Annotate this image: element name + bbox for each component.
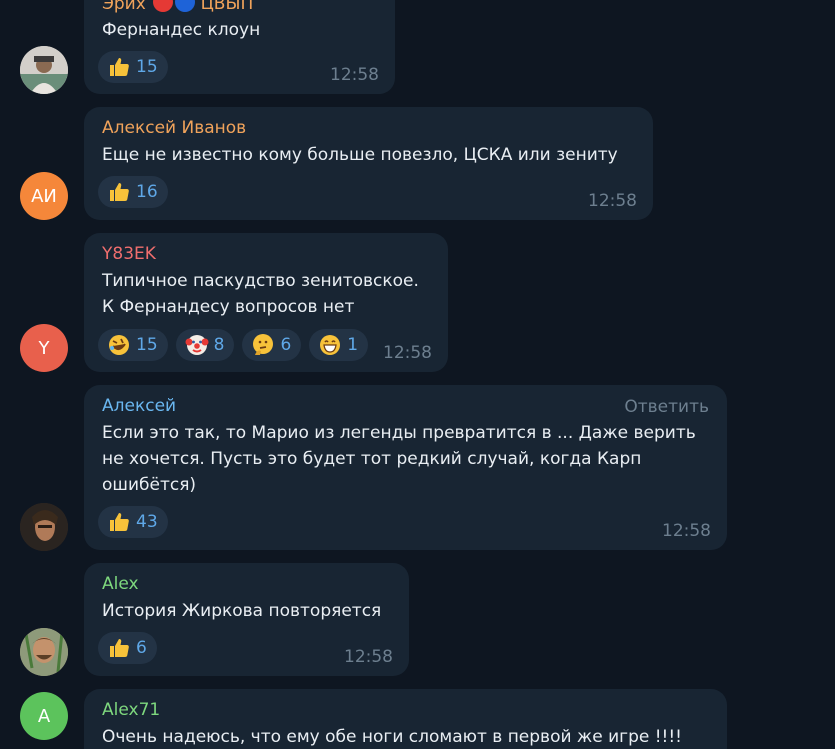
reaction-count: 1 [347,335,359,355]
avatar[interactable]: A [20,692,68,740]
message-text: Фернандес клоун [102,17,377,43]
message-text: Еще не известно кому больше повезло, ЦСК… [102,142,635,168]
grin-icon [317,332,343,358]
thumbs-up-icon [106,179,132,205]
user-photo-icon [20,46,68,94]
message-text-line: Очень надеюсь, что ему обе ноги сломают … [102,727,683,747]
reaction-count: 6 [136,638,147,658]
sender-name[interactable]: Y83EK [102,243,430,265]
reaction-thumbs-up[interactable]: 15 [98,51,168,83]
avatar[interactable]: Y [20,324,68,372]
message-bubble[interactable]: Alex71 Очень надеюсь, что ему обе ноги с… [84,689,727,749]
blue-circle-icon [175,0,196,12]
message-time: 12:58 [383,343,432,363]
message-text-line: не хочется. Пусть это будет тот редкий с… [102,449,642,469]
rofl-icon [106,332,132,358]
reaction-rofl[interactable]: 15 [98,329,168,361]
avatar[interactable] [20,503,68,551]
reaction-count: 43 [136,512,158,532]
sender-name[interactable]: Alex71 [102,699,709,721]
sender-name[interactable]: Alex [102,573,391,595]
reaction-count: 15 [136,335,158,355]
avatar[interactable] [20,628,68,676]
thumbs-up-icon [106,509,132,535]
reactions: 16 [98,176,168,208]
avatar[interactable]: АИ [20,172,68,220]
chat-history[interactable]: Эрих ЦВЫП Фернандес клоун 15 12:58 АИ Ал… [0,0,835,749]
sender-name-suffix: ЦВЫП [200,0,254,14]
reactions: 15 8 6 1 [98,329,369,361]
message-bubble[interactable]: Эрих ЦВЫП Фернандес клоун 15 12:58 [84,0,395,94]
message-time: 12:58 [330,65,379,85]
reaction-grin[interactable]: 1 [309,329,369,361]
message-bubble[interactable]: Y83EK Типичное паскудство зенитовское. К… [84,233,448,372]
reactions: 15 [98,51,168,83]
thumbs-up-icon [106,635,132,661]
sender-name-text: Эрих [102,0,146,14]
red-circle-icon [153,0,174,12]
message-bubble[interactable]: Алексей Ответить Если это так, то Марио … [84,385,727,550]
message-text-line: Фернандес клоун [102,20,261,40]
thinking-icon [250,332,276,358]
reaction-count: 8 [213,335,225,355]
message-text-line: Типичное паскудство зенитовское. [102,271,419,291]
user-photo-icon [20,503,68,551]
message-bubble[interactable]: Alex История Жиркова повторяется 6 12:58 [84,563,409,676]
sender-name[interactable]: Алексей Иванов [102,117,635,139]
reaction-thumbs-up[interactable]: 6 [98,632,157,664]
message-text-line: К Фернандесу вопросов нет [102,297,355,317]
reaction-count: 6 [280,335,292,355]
thumbs-up-icon [106,54,132,80]
message-text-line: История Жиркова повторяется [102,601,382,621]
avatar[interactable] [20,46,68,94]
avatar-initials: АИ [31,185,57,207]
message-text: Очень надеюсь, что ему обе ноги сломают … [102,724,709,749]
message-time: 12:58 [344,647,393,667]
message-time: 12:58 [662,521,711,541]
reactions: 43 [98,506,168,538]
message-text: История Жиркова повторяется [102,598,391,624]
reaction-thinking[interactable]: 6 [242,329,302,361]
avatar-initials: A [37,705,51,727]
reaction-count: 16 [136,182,158,202]
reaction-clown[interactable]: 8 [175,329,235,361]
message-text-line: ошибётся) [102,475,197,495]
reaction-count: 15 [136,57,158,77]
user-photo-icon [20,628,68,676]
sender-name[interactable]: Эрих ЦВЫП [102,0,377,14]
message-text: Если это так, то Марио из легенды превра… [102,420,709,498]
message-bubble[interactable]: Алексей Иванов Еще не известно кому боль… [84,107,653,220]
message-text: Типичное паскудство зенитовское. К Ферна… [102,268,430,320]
reaction-thumbs-up[interactable]: 43 [98,506,168,538]
sender-name[interactable]: Алексей [102,395,709,417]
message-text-line: Если это так, то Марио из легенды превра… [102,423,696,443]
message-text-line: Еще не известно кому больше повезло, ЦСК… [102,145,618,165]
reply-button[interactable]: Ответить [624,397,709,417]
reaction-thumbs-up[interactable]: 16 [98,176,168,208]
reactions: 6 [98,632,157,664]
message-time: 12:58 [588,191,637,211]
clown-icon [184,332,210,358]
avatar-initials: Y [38,337,50,359]
